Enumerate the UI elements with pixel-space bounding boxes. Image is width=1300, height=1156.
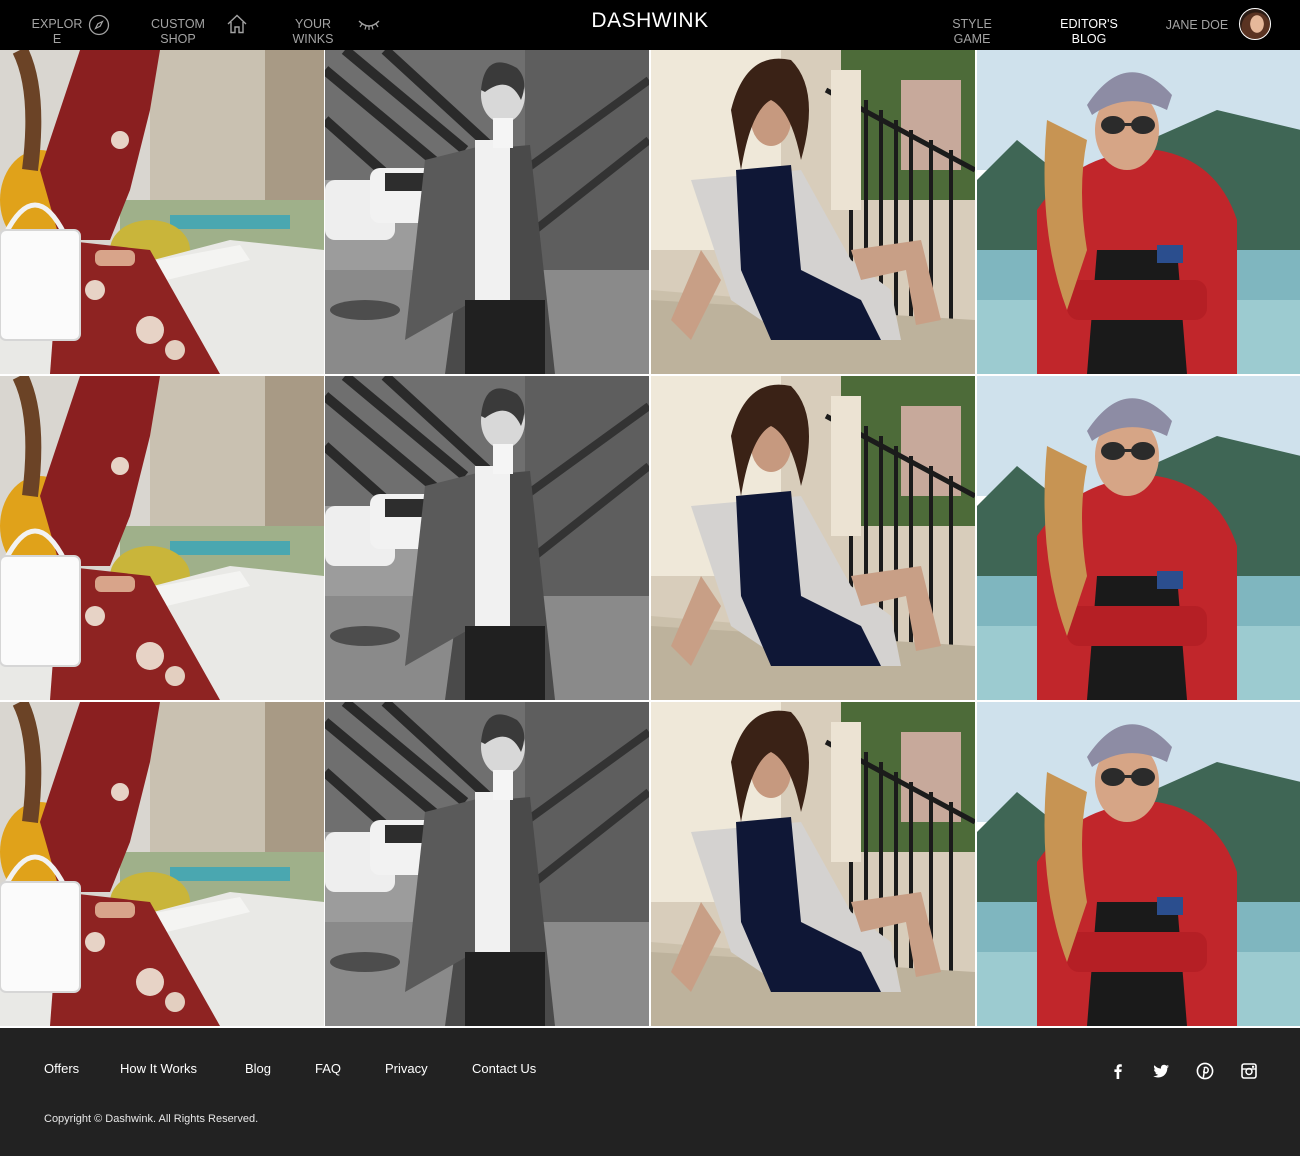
photo-image (325, 376, 649, 700)
footer-link-contact-us[interactable]: Contact Us (472, 1061, 536, 1076)
photo-image (0, 376, 324, 700)
photo-tile[interactable] (651, 702, 975, 1026)
photo-tile[interactable] (651, 50, 975, 374)
photo-image (0, 702, 324, 1026)
photo-tile[interactable] (651, 376, 975, 700)
photo-image (0, 50, 324, 374)
twitter-icon[interactable] (1152, 1062, 1170, 1080)
photo-image (651, 50, 975, 374)
photo-image (325, 702, 649, 1026)
photo-tile[interactable] (0, 702, 324, 1026)
copyright-notice: Copyright © Dashwink. All Rights Reserve… (44, 1113, 259, 1125)
photo-tile[interactable] (0, 50, 324, 374)
nav-style-game-link[interactable]: STYLE GAME (946, 17, 998, 47)
footer-link-blog[interactable]: Blog (245, 1061, 271, 1076)
photo-tile[interactable] (977, 376, 1300, 700)
nav-explore-link[interactable]: EXPLORE (30, 17, 84, 47)
home-icon[interactable] (226, 13, 248, 35)
nav-editors-blog-link[interactable]: EDITOR'S BLOG (1056, 17, 1122, 47)
eye-wink-icon[interactable] (357, 15, 381, 35)
compass-icon[interactable] (88, 14, 110, 36)
facebook-icon[interactable] (1109, 1062, 1127, 1080)
nav-custom-shop-link[interactable]: CUSTOM SHOP (148, 17, 208, 47)
footer-link-privacy[interactable]: Privacy (385, 1061, 428, 1076)
footer-link-offers[interactable]: Offers (44, 1061, 79, 1076)
user-name-link[interactable]: JANE DOE (1160, 18, 1234, 33)
photo-tile[interactable] (325, 50, 649, 374)
avatar[interactable] (1239, 8, 1271, 40)
instagram-icon[interactable] (1240, 1062, 1258, 1080)
footer-link-how-it-works[interactable]: How It Works (120, 1061, 197, 1076)
photo-tile[interactable] (325, 376, 649, 700)
photo-image (977, 376, 1300, 700)
photo-tile[interactable] (977, 50, 1300, 374)
photo-tile[interactable] (325, 702, 649, 1026)
photo-tile[interactable] (977, 702, 1300, 1026)
photo-grid (0, 50, 1300, 1028)
photo-image (325, 50, 649, 374)
brand-name[interactable]: DASHWINK (591, 9, 708, 32)
footer-link-faq[interactable]: FAQ (315, 1061, 341, 1076)
nav-your-winks-link[interactable]: YOUR WINKS (288, 17, 338, 47)
pinterest-icon[interactable] (1196, 1062, 1214, 1080)
site-footer: Offers How It Works Blog FAQ Privacy Con… (0, 1028, 1300, 1156)
top-navigation-bar: EXPLORE CUSTOM SHOP YOUR WINKS DASHWINK … (0, 0, 1300, 50)
photo-image (977, 50, 1300, 374)
photo-image (651, 376, 975, 700)
photo-image (651, 702, 975, 1026)
photo-image (977, 702, 1300, 1026)
photo-tile[interactable] (0, 376, 324, 700)
